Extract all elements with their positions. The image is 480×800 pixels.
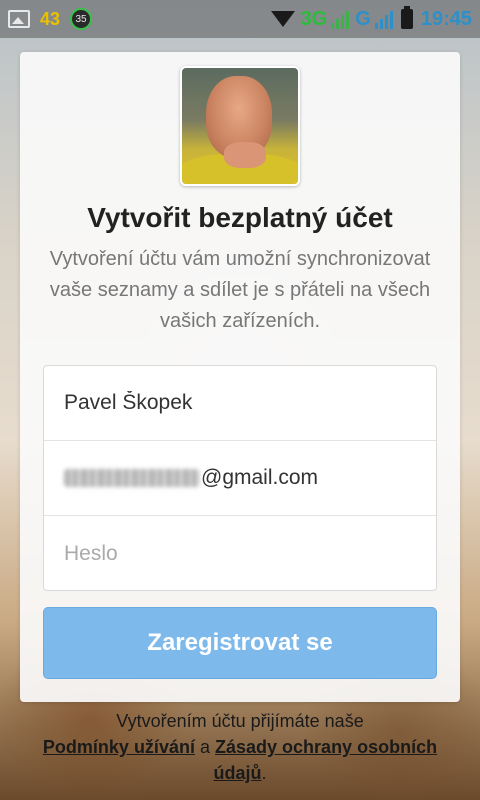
network-g-label: G xyxy=(355,7,371,30)
wifi-icon xyxy=(269,9,297,29)
notification-count: 43 xyxy=(40,8,61,29)
page-title: Vytvořit bezplatný účet xyxy=(87,202,393,233)
clock: 19:45 xyxy=(420,7,472,30)
email-domain: @gmail.com xyxy=(201,466,319,489)
status-bar: 43 35 3G G 19:45 xyxy=(0,0,480,38)
email-field-row: @gmail.com xyxy=(44,441,436,516)
password-field-row xyxy=(44,516,436,591)
battery-icon xyxy=(400,6,413,29)
signal-icon-secondary xyxy=(374,9,393,29)
signup-form: @gmail.com xyxy=(43,365,437,591)
name-field-row xyxy=(44,366,436,441)
name-field[interactable] xyxy=(64,391,404,415)
legal-and: a xyxy=(199,737,210,757)
badge-icon: 35 xyxy=(70,8,93,30)
signal-icon xyxy=(331,9,350,29)
page-subtitle: Vytvoření účtu vám umožní synchronizovat… xyxy=(49,248,431,332)
legal-suffix: . xyxy=(261,763,267,783)
register-button[interactable]: Zaregistrovat se xyxy=(43,607,437,679)
password-field[interactable] xyxy=(64,541,404,566)
gallery-icon xyxy=(8,10,30,28)
avatar[interactable] xyxy=(180,66,300,186)
redacted-email-text xyxy=(64,469,200,487)
email-field[interactable]: @gmail.com xyxy=(64,466,318,490)
network-3g-label: 3G xyxy=(300,7,328,30)
privacy-link[interactable]: Zásady ochrany osobních údajů xyxy=(213,737,437,783)
signup-card: Vytvořit bezplatný účet Vytvoření účtu v… xyxy=(20,52,460,702)
legal-prefix: Vytvořením účtu přijímáte naše xyxy=(116,711,364,731)
terms-link[interactable]: Podmínky užívání xyxy=(43,737,195,757)
legal-notice: Vytvořením účtu přijímáte naše Podmínky … xyxy=(40,708,440,786)
